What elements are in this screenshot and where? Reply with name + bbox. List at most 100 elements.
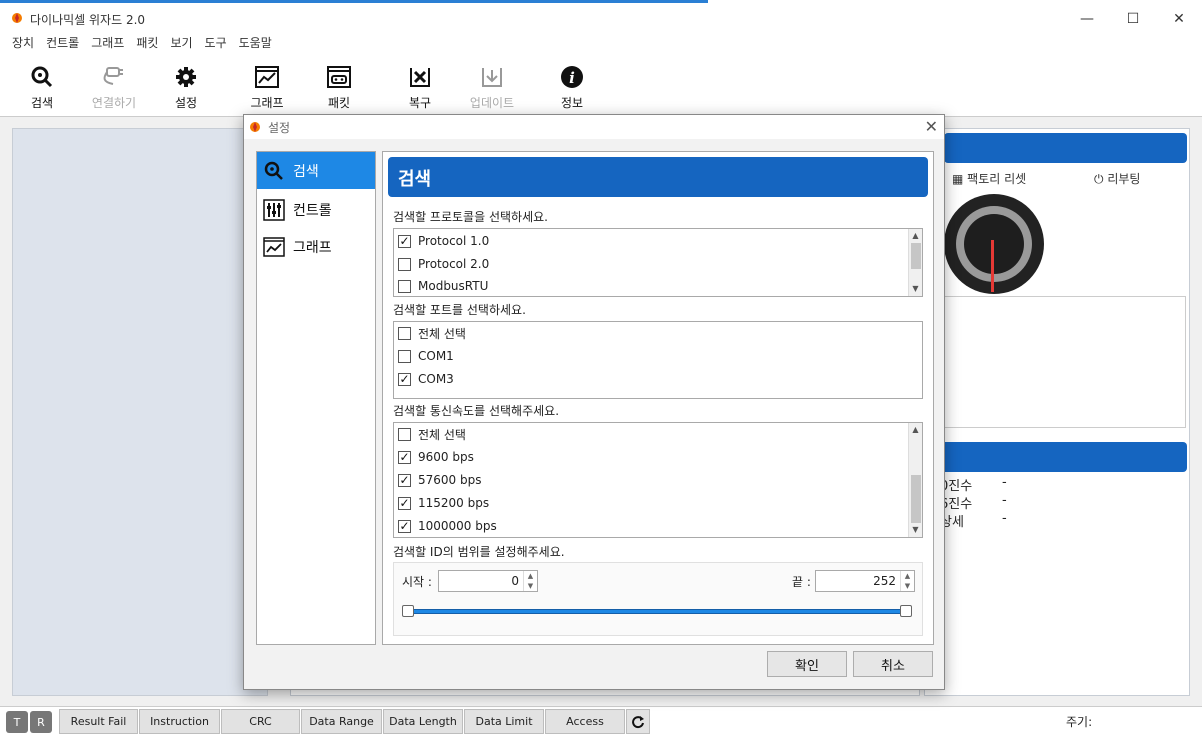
toolbar-connect-button[interactable]: 연결하기 [84, 64, 144, 111]
protocol-item[interactable]: ✓ Protocol 1.0 [398, 231, 489, 251]
scroll-down-icon[interactable]: ▼ [909, 523, 922, 537]
toolbar-recovery-button[interactable]: 복구 [390, 64, 450, 111]
port-checkbox[interactable]: ✓ [398, 372, 411, 386]
refresh-icon [632, 715, 644, 728]
toolbar-info-button[interactable]: i 정보 [542, 64, 602, 111]
baud-checkbox[interactable] [398, 427, 411, 441]
search-icon [264, 161, 283, 180]
menu-graph[interactable]: 그래프 [85, 33, 130, 53]
control-icon [263, 198, 285, 221]
info-icon: i [561, 66, 583, 88]
baud-item[interactable]: 전체 선택 [398, 424, 466, 444]
info-row-2-value: - [1002, 493, 1007, 508]
status-instruction[interactable]: Instruction [139, 709, 220, 734]
baud-scrollbar[interactable]: ▲ ▼ [908, 423, 922, 537]
reboot-button[interactable]: ⏻ 리부팅 [1094, 170, 1140, 187]
id-range-slider[interactable] [408, 609, 906, 614]
protocol-checkbox[interactable]: ✓ [398, 234, 411, 248]
nav-item-search[interactable]: 검색 [257, 152, 375, 189]
menu-view[interactable]: 보기 [164, 33, 198, 53]
start-id-spinbox[interactable]: 0 ▲ ▼ [438, 570, 538, 592]
baud-item-label: 9600 bps [418, 450, 474, 464]
baud-item[interactable]: ✓ 9600 bps [398, 447, 474, 467]
baud-checkbox[interactable]: ✓ [398, 473, 411, 487]
info-row-3-value: - [1002, 511, 1007, 526]
status-data-length[interactable]: Data Length [383, 709, 463, 734]
toolbar-update-button[interactable]: 업데이트 [462, 64, 522, 111]
menu-help[interactable]: 도움말 [233, 33, 278, 53]
protocol-checkbox[interactable] [398, 279, 411, 293]
baud-item[interactable]: ✓ 115200 bps [398, 493, 489, 513]
protocol-checkbox[interactable] [398, 257, 411, 271]
baud-checkbox[interactable]: ✓ [398, 519, 411, 533]
port-checkbox[interactable] [398, 349, 411, 363]
port-item[interactable]: 전체 선택 [398, 323, 466, 343]
svg-text:i: i [569, 69, 575, 87]
port-item[interactable]: COM1 [398, 346, 454, 366]
id-range-label: 검색할 ID의 범위를 설정해주세요. [393, 545, 565, 559]
rx-indicator: R [30, 711, 52, 733]
scroll-thumb[interactable] [911, 243, 921, 269]
menu-packet[interactable]: 패킷 [130, 33, 164, 53]
status-crc[interactable]: CRC [221, 709, 300, 734]
port-item-label: 전체 선택 [418, 326, 466, 341]
spin-arrows-icon[interactable]: ▲ ▼ [523, 571, 537, 591]
settings-content: 검색 검색할 프로토콜을 선택하세요. ✓ Protocol 1.0 Proto… [382, 151, 934, 645]
slider-end-handle[interactable] [900, 605, 912, 617]
graph-icon [263, 236, 285, 257]
scroll-up-icon[interactable]: ▲ [909, 423, 922, 437]
dialog-title: 설정 [268, 121, 291, 135]
close-button[interactable]: ✕ [1156, 5, 1202, 33]
minimize-button[interactable]: — [1064, 5, 1110, 33]
toolbar: 검색 연결하기 설정 그래프 패킷 복구 업데이트 i 정보 [0, 56, 1202, 116]
protocol-item[interactable]: Protocol 2.0 [398, 254, 489, 274]
slider-start-handle[interactable] [402, 605, 414, 617]
protocol-label: 검색할 프로토콜을 선택하세요. [393, 210, 548, 224]
baud-checkbox[interactable]: ✓ [398, 496, 411, 510]
toolbar-update-label: 업데이트 [469, 96, 515, 110]
scroll-up-icon[interactable]: ▲ [909, 229, 922, 243]
position-dial [944, 194, 1044, 294]
nav-item-graph-label: 그래프 [293, 239, 332, 256]
end-id-value: 252 [873, 574, 896, 588]
toolbar-graph-button[interactable]: 그래프 [237, 64, 297, 111]
factory-reset-button[interactable]: ▦ 팩토리 리셋 [952, 170, 1026, 187]
toolbar-graph-label: 그래프 [250, 96, 284, 110]
scroll-down-icon[interactable]: ▼ [909, 282, 922, 296]
start-label: 시작 : [402, 575, 432, 589]
toolbar-packet-button[interactable]: 패킷 [309, 64, 369, 111]
refresh-button[interactable] [626, 709, 650, 734]
dialog-close-button[interactable]: ✕ [925, 117, 938, 136]
period-label: 주기: [1066, 715, 1093, 729]
status-access[interactable]: Access [545, 709, 625, 734]
right-panel-header-2 [938, 442, 1187, 472]
status-result-fail[interactable]: Result Fail [59, 709, 138, 734]
status-data-range[interactable]: Data Range [301, 709, 382, 734]
baud-item[interactable]: ✓ 1000000 bps [398, 516, 497, 536]
nav-item-graph[interactable]: 그래프 [257, 228, 375, 265]
port-checkbox[interactable] [398, 326, 411, 340]
end-id-spinbox[interactable]: 252 ▲ ▼ [815, 570, 915, 592]
dial-ring [956, 206, 1032, 282]
cancel-button[interactable]: 취소 [853, 651, 933, 677]
toolbar-search-button[interactable]: 검색 [12, 64, 72, 111]
ok-button[interactable]: 확인 [767, 651, 847, 677]
maximize-button[interactable]: ☐ [1110, 5, 1156, 33]
port-item[interactable]: ✓ COM3 [398, 369, 454, 389]
protocol-item[interactable]: ModbusRTU [398, 276, 488, 296]
menu-tools[interactable]: 도구 [199, 33, 233, 53]
nav-item-control[interactable]: 컨트롤 [257, 191, 375, 228]
protocol-scrollbar[interactable]: ▲ ▼ [908, 229, 922, 296]
menu-device[interactable]: 장치 [6, 33, 40, 53]
status-data-limit[interactable]: Data Limit [464, 709, 544, 734]
scroll-thumb[interactable] [911, 475, 921, 523]
toolbar-settings-button[interactable]: 설정 [156, 64, 216, 111]
menu-control[interactable]: 컨트롤 [40, 33, 85, 53]
settings-dialog: 설정 ✕ 검색 컨트롤 그래프 검색 검색할 프로토콜을 선택하세요. ✓ Pr… [243, 114, 945, 690]
spin-arrows-icon[interactable]: ▲ ▼ [900, 571, 914, 591]
update-icon [482, 68, 502, 87]
baud-item[interactable]: ✓ 57600 bps [398, 470, 481, 490]
protocol-item-label: ModbusRTU [418, 279, 489, 293]
baud-checkbox[interactable]: ✓ [398, 450, 411, 464]
dialog-titlebar: 설정 ✕ [244, 115, 944, 139]
